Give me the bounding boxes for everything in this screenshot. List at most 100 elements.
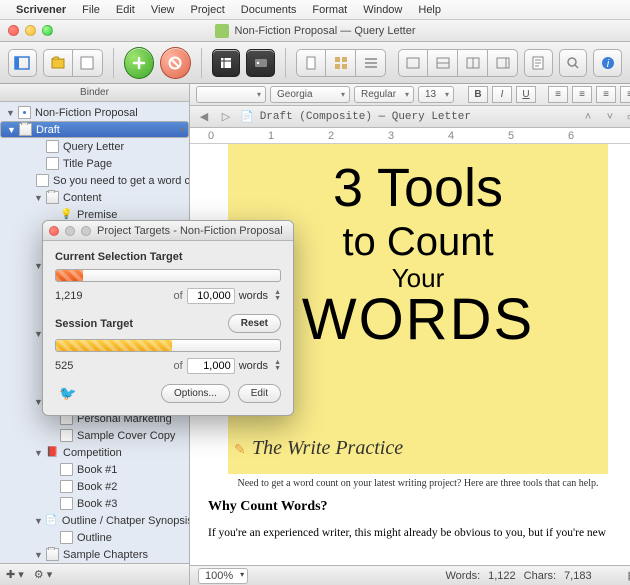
binder-item[interactable]: Title Page xyxy=(0,155,189,172)
align-justify-button[interactable]: ≡ xyxy=(620,86,630,103)
words-value: 1,122 xyxy=(488,570,516,582)
reset-button[interactable]: Reset xyxy=(228,314,281,333)
binder-item[interactable]: Book #2 xyxy=(0,478,189,495)
edit-button[interactable]: Edit xyxy=(238,384,281,403)
binder-item[interactable]: ▼Content xyxy=(0,189,189,206)
binder-item-label: Premise xyxy=(77,209,117,221)
ruler-mark: 6 xyxy=(568,130,574,142)
options-button[interactable]: Options... xyxy=(161,384,230,403)
menu-documents[interactable]: Documents xyxy=(233,4,305,16)
minimize-button[interactable] xyxy=(25,25,36,36)
binder-actions-button[interactable]: ⚙ ▾ xyxy=(34,568,52,581)
collections-button[interactable] xyxy=(43,49,73,77)
outliner-view-button[interactable] xyxy=(356,49,386,77)
app-name[interactable]: Scrivener xyxy=(8,4,74,16)
binder-root[interactable]: ▼Non-Fiction Proposal xyxy=(0,104,189,121)
corkboard-view-button[interactable] xyxy=(326,49,356,77)
align-left-button[interactable]: ≡ xyxy=(548,86,568,103)
dialog-minimize-button xyxy=(65,226,75,236)
quick-search-button[interactable] xyxy=(559,49,588,77)
nav-forward-button[interactable]: ▷ xyxy=(218,110,234,123)
menu-view[interactable]: View xyxy=(143,4,183,16)
selection-unit-stepper[interactable]: ▲▼ xyxy=(274,290,281,302)
sidebar-nav-up[interactable]: ˄ xyxy=(580,111,596,123)
doc-icon xyxy=(60,429,73,442)
binder-item[interactable]: Outline xyxy=(0,529,189,546)
fold-icon xyxy=(46,548,59,561)
words-label: Words: xyxy=(445,570,480,582)
doc-icon xyxy=(60,531,73,544)
session-unit-stepper[interactable]: ▲▼ xyxy=(274,360,281,372)
binder-item-label: Query Letter xyxy=(63,141,124,153)
menu-project[interactable]: Project xyxy=(183,4,233,16)
binder-item[interactable]: So you need to get a word c... xyxy=(0,172,189,189)
document-path[interactable]: Draft (Composite) — Query Letter xyxy=(260,111,471,123)
binder-item[interactable]: ▼Sample Chapters xyxy=(0,546,189,563)
binder-item-label: Book #3 xyxy=(77,498,117,510)
inspector-toggle-button[interactable]: i xyxy=(593,49,622,77)
binder-item-label: Title Page xyxy=(63,158,112,170)
horizontal-split-button[interactable] xyxy=(428,49,458,77)
split-button[interactable]: ▭ xyxy=(624,110,630,123)
menubar: Scrivener File Edit View Project Documen… xyxy=(0,0,630,20)
dialog-close-button[interactable] xyxy=(49,226,59,236)
compose-mode-button[interactable] xyxy=(212,49,241,77)
font-select[interactable]: Georgia xyxy=(270,86,350,103)
no-split-button[interactable] xyxy=(398,49,428,77)
path-icon[interactable]: 📄 xyxy=(240,110,254,123)
underline-button[interactable]: U xyxy=(516,86,536,103)
binder-item-label: Sample Chapters xyxy=(63,549,148,561)
layout-4-button[interactable] xyxy=(488,49,518,77)
add-item-button[interactable]: ✚ ▾ xyxy=(6,568,24,581)
binder-item[interactable]: Book #3 xyxy=(0,495,189,512)
bold-button[interactable]: B xyxy=(468,86,488,103)
binder-item[interactable]: Query Letter xyxy=(0,138,189,155)
style-select[interactable] xyxy=(196,86,266,103)
dialog-zoom-button xyxy=(81,226,91,236)
binder-item[interactable]: Book #1 xyxy=(0,461,189,478)
folder-icon xyxy=(19,123,32,136)
trash-button[interactable] xyxy=(160,47,191,79)
align-center-button[interactable]: ≡ xyxy=(572,86,592,103)
binder-item[interactable]: ▼Outline / Chatper Synopsis xyxy=(0,512,189,529)
poster-line-4: WORDS xyxy=(248,290,588,351)
align-right-button[interactable]: ≡ xyxy=(596,86,616,103)
sidebar-nav-down[interactable]: ˅ xyxy=(602,111,618,123)
of-label-1: of xyxy=(174,290,183,302)
binder-item-label: So you need to get a word c... xyxy=(53,175,189,187)
ruler-mark: 4 xyxy=(448,130,454,142)
weight-select[interactable]: Regular xyxy=(354,86,414,103)
dialog-titlebar[interactable]: Project Targets - Non-Fiction Proposal xyxy=(43,221,293,241)
menu-window[interactable]: Window xyxy=(355,4,410,16)
binder-item[interactable]: ▼Competition xyxy=(0,444,189,461)
ruler[interactable]: 0 1 2 3 4 5 6 xyxy=(190,128,630,144)
doc-icon xyxy=(46,140,59,153)
menu-format[interactable]: Format xyxy=(304,4,355,16)
twitter-icon[interactable]: 🐦 xyxy=(59,385,76,402)
close-button[interactable] xyxy=(8,25,19,36)
italic-button[interactable]: I xyxy=(492,86,512,103)
binder-toggle-button[interactable] xyxy=(8,49,37,77)
zoom-select[interactable]: 100% xyxy=(198,568,248,584)
unit-label-1: words xyxy=(239,290,268,302)
compile-button[interactable] xyxy=(524,49,553,77)
selection-target-label: Current Selection Target xyxy=(55,251,183,263)
selection-target-input[interactable] xyxy=(187,288,235,304)
vertical-split-button[interactable] xyxy=(458,49,488,77)
binder-draft[interactable]: ▼Draft xyxy=(0,121,189,138)
add-button[interactable] xyxy=(124,47,155,79)
dialog-title: Project Targets - Non-Fiction Proposal xyxy=(97,225,283,237)
binder-item-label: Competition xyxy=(63,447,122,459)
search-collection-button[interactable] xyxy=(73,49,103,77)
document-view-button[interactable] xyxy=(296,49,326,77)
zoom-button[interactable] xyxy=(42,25,53,36)
document-proxy-icon[interactable] xyxy=(215,24,229,38)
menu-help[interactable]: Help xyxy=(410,4,449,16)
session-target-input[interactable] xyxy=(187,358,235,374)
binder-item[interactable]: Sample Cover Copy xyxy=(0,427,189,444)
fullscreen-button[interactable] xyxy=(246,49,275,77)
nav-back-button[interactable]: ◀ xyxy=(196,110,212,123)
menu-edit[interactable]: Edit xyxy=(108,4,143,16)
size-select[interactable]: 13 xyxy=(418,86,454,103)
menu-file[interactable]: File xyxy=(74,4,108,16)
